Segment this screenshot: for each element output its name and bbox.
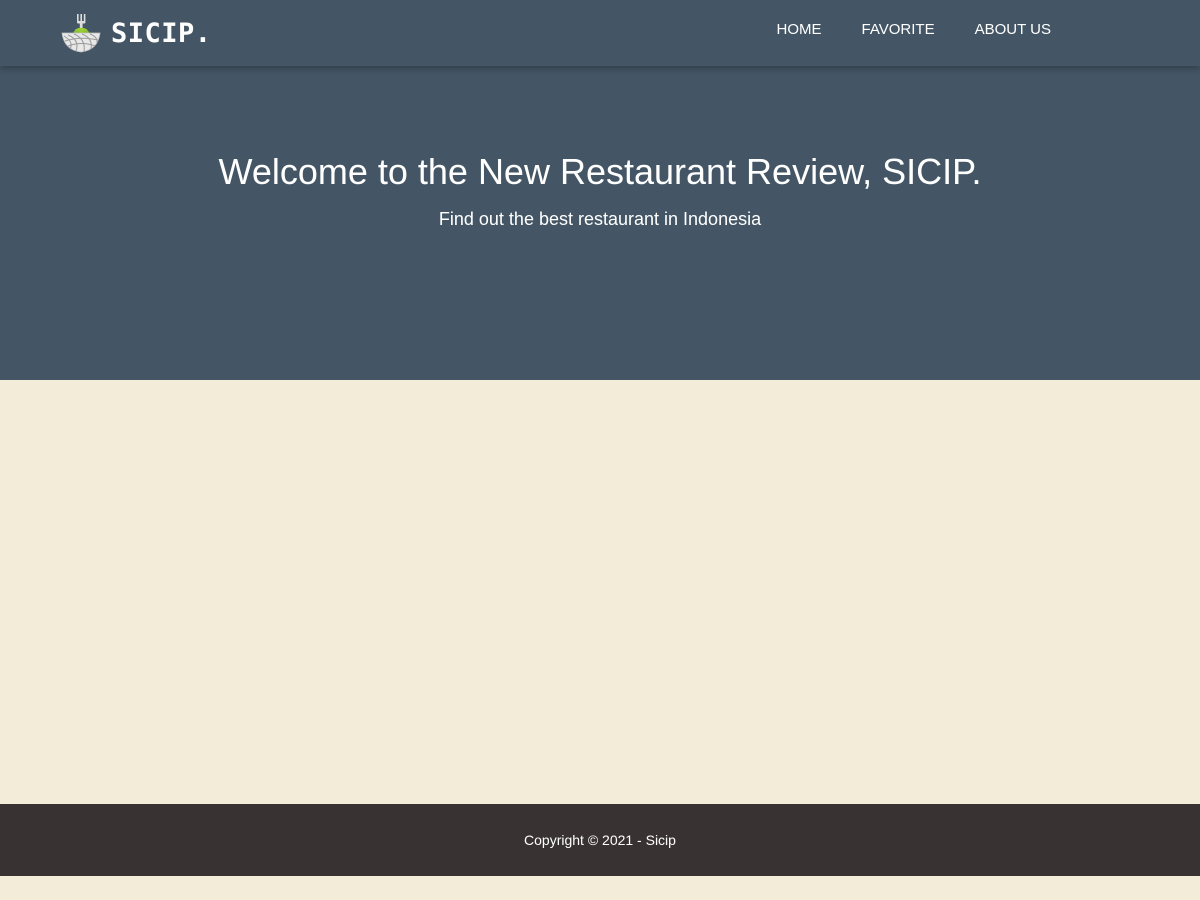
nav-link-home[interactable]: HOME xyxy=(777,20,822,40)
hero-title: Welcome to the New Restaurant Review, SI… xyxy=(218,151,982,192)
footer-copyright: Copyright © 2021 - Sicip xyxy=(524,832,676,848)
nav-link-favorite[interactable]: FAVORITE xyxy=(862,20,935,40)
nav-item-favorite: FAVORITE xyxy=(862,20,935,40)
nav-link-about-us[interactable]: ABOUT US xyxy=(975,20,1051,40)
hero-section: Welcome to the New Restaurant Review, SI… xyxy=(0,66,1200,380)
brand-home-link[interactable]: SICIP. xyxy=(60,12,212,56)
main-content xyxy=(0,380,1200,804)
nav-item-about-us: ABOUT US xyxy=(975,20,1051,40)
bowl-fork-icon xyxy=(61,14,101,53)
main-nav: HOME FAVORITE ABOUT US xyxy=(777,20,1051,40)
site-header: SICIP. HOME FAVORITE ABOUT US xyxy=(0,0,1200,66)
hero-subtitle: Find out the best restaurant in Indonesi… xyxy=(438,209,762,229)
brand-name: SICIP. xyxy=(111,18,212,49)
site-footer: Copyright © 2021 - Sicip xyxy=(0,804,1200,876)
nav-item-home: HOME xyxy=(777,20,822,40)
